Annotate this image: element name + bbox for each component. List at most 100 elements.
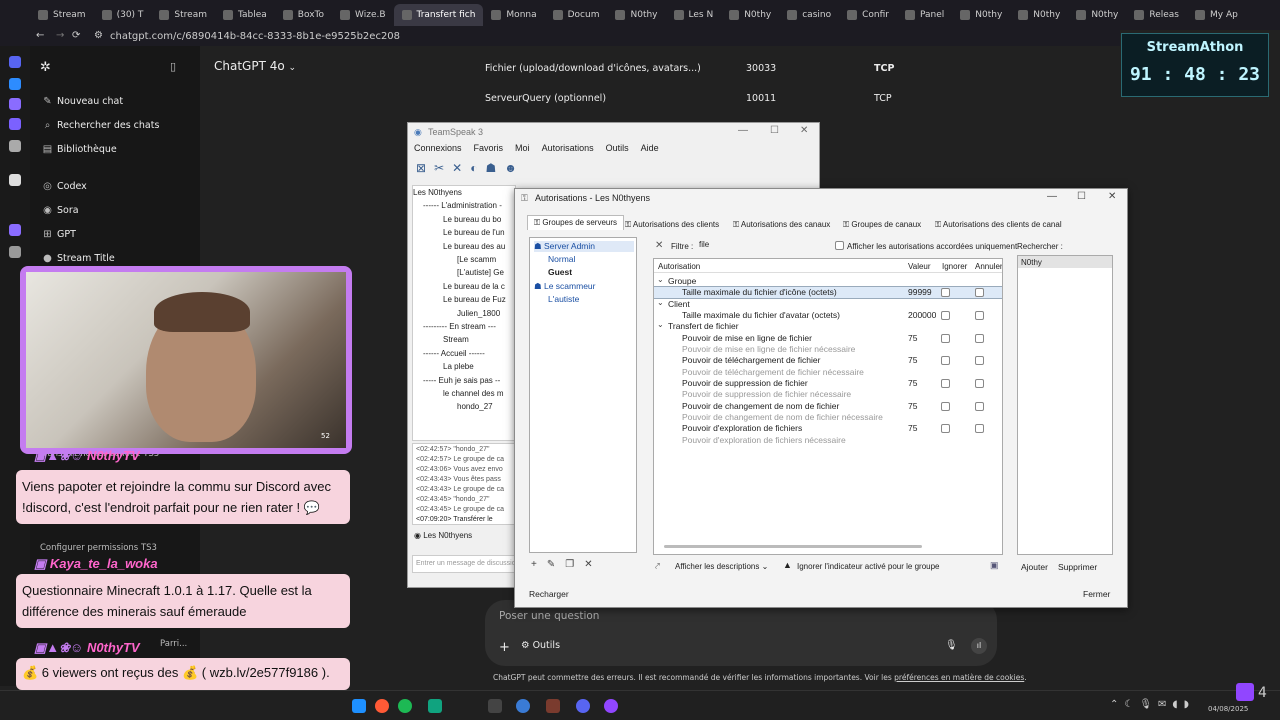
remove-button[interactable]: Supprimer (1058, 562, 1097, 572)
channel-tree-item[interactable]: ----- Euh je sais pas -- (423, 376, 500, 385)
browser-tab[interactable]: N0thy (1010, 4, 1068, 26)
sidebar-toggle-icon[interactable]: ▯ (170, 60, 176, 73)
chatgpt-sidebar-icon[interactable] (9, 140, 21, 152)
twitch-side-icon[interactable] (9, 224, 21, 236)
permission-row[interactable]: Transfert de fichier ⌄ (654, 320, 1002, 332)
add-group-icon[interactable]: + (531, 559, 547, 570)
group-server-admin[interactable]: ☗ Server Admin (534, 241, 634, 252)
channel-tree-item[interactable]: [L'autiste] Ge (457, 268, 504, 277)
cancel-checkbox[interactable] (975, 310, 984, 320)
sidebar-item-stream-title[interactable]: ● Stream Title (42, 253, 115, 264)
cancel-checkbox[interactable] (975, 288, 984, 298)
tab-channel-client-permissions[interactable]: ⚿ Autorisations des clients de canal (935, 220, 1062, 230)
plus-icon[interactable]: + (499, 640, 510, 655)
ignore-checkbox[interactable] (941, 424, 950, 434)
permission-row[interactable]: Pouvoir de suppression de fichier 75 (654, 378, 1002, 389)
tab-channel-groups[interactable]: ⚿ Groupes de canaux (843, 220, 921, 230)
permission-row[interactable]: Pouvoir de mise en ligne de fichier néce… (654, 344, 1002, 355)
minimize-icon[interactable]: — (738, 125, 748, 136)
channel-tree-item[interactable]: Les N0thyens (413, 188, 462, 197)
col-valeur[interactable]: Valeur (908, 262, 931, 271)
browser-tab[interactable]: casino (779, 4, 839, 26)
terminal-icon[interactable] (428, 699, 442, 713)
permission-value[interactable]: 75 (908, 401, 917, 411)
channel-tree-item[interactable]: Le bureau des au (443, 242, 505, 251)
mail-icon[interactable] (9, 118, 21, 130)
ignore-checkbox[interactable] (941, 288, 950, 298)
sidebar-item-search[interactable]: ⌕ Rechercher des chats (42, 120, 160, 131)
microphone-icon[interactable]: 🎙 (945, 640, 958, 651)
recorder-icon[interactable] (375, 699, 389, 713)
permission-row[interactable]: Pouvoir de changement de nom de fichier 7… (654, 401, 1002, 412)
expand-chevron-icon[interactable]: ⌄ (657, 275, 664, 284)
spotify-icon[interactable] (398, 699, 412, 713)
message-input[interactable]: Entrer un message de discussio (412, 555, 516, 573)
channel-tree-item[interactable]: [Le scamm (457, 255, 496, 264)
col-ignorer[interactable]: Ignorer (942, 262, 967, 271)
browser-tab[interactable]: Confir (839, 4, 897, 26)
col-annuler[interactable]: Annuler (975, 262, 1002, 271)
browser-tab[interactable]: Monna (483, 4, 544, 26)
browser-tab[interactable]: Stream (151, 4, 215, 26)
clear-filter-icon[interactable]: ✕ (655, 240, 663, 251)
browser-tab[interactable]: N0thy (607, 4, 665, 26)
ignore-checkbox[interactable] (941, 401, 950, 411)
permission-row[interactable]: Taille maximale du fichier d'avatar (oct… (654, 310, 1002, 321)
prompt-box[interactable]: Poser une question + ⚙ Outils 🎙 ıl (485, 600, 997, 666)
close-icon[interactable]: ✕ (1108, 191, 1116, 202)
description-select[interactable]: Afficher les descriptions ⌄ (675, 562, 768, 571)
menu-favoris[interactable]: Favoris (474, 143, 504, 157)
browser-tab[interactable]: Wize.B (332, 4, 394, 26)
cancel-checkbox[interactable] (975, 378, 984, 388)
channel-tree-item[interactable]: Le bureau de l'un (443, 228, 505, 237)
messenger-icon[interactable] (9, 78, 21, 90)
close-icon[interactable]: ✕ (800, 125, 808, 136)
browser-tab[interactable]: Les N (666, 4, 722, 26)
minimize-icon[interactable]: — (1047, 191, 1057, 202)
teamspeak-taskbar-icon[interactable] (516, 699, 530, 713)
users-icon[interactable]: ☻ (504, 161, 525, 175)
cookie-preferences-link[interactable]: préférences en matière de cookies (894, 673, 1024, 682)
info-icon[interactable]: ▣ (990, 560, 999, 571)
discord-taskbar-icon[interactable] (576, 699, 590, 713)
model-selector[interactable]: ChatGPT 4o ⌄ (214, 59, 296, 73)
browser-tab[interactable]: Stream (30, 4, 94, 26)
tab-channel-permissions[interactable]: ⚿ Autorisations des canaux (733, 220, 830, 230)
url-text[interactable]: chatgpt.com/c/6890414b-84cc-8333-8b1e-e9… (110, 31, 400, 42)
permission-row[interactable]: Pouvoir de téléchargement de fichier néc… (654, 367, 1002, 378)
channel-tree-item[interactable]: hondo_27 (457, 402, 493, 411)
windows-start-icon[interactable] (352, 699, 366, 713)
copy-group-icon[interactable]: ❐ (565, 559, 584, 570)
x-icon[interactable] (9, 246, 21, 258)
show-granted-checkbox[interactable] (835, 241, 844, 250)
system-tray[interactable]: ⌃☾🎙✉◖◗ (1110, 699, 1195, 710)
url-bar[interactable]: ← → ⟳ ⚙ chatgpt.com/c/6890414b-84cc-8333… (0, 30, 1120, 46)
delete-group-icon[interactable]: ✕ (584, 559, 602, 570)
browser-tab[interactable]: N0thy (721, 4, 779, 26)
menu-outils[interactable]: Outils (606, 143, 629, 157)
explorer-icon[interactable] (488, 699, 502, 713)
permission-row[interactable]: Pouvoir de mise en ligne de fichier 75 (654, 333, 1002, 344)
ignore-checkbox[interactable] (941, 378, 950, 388)
browser-tab[interactable]: Releas (1126, 4, 1187, 26)
permission-value[interactable]: 75 (908, 378, 917, 388)
client-list-item[interactable]: N0thy (1018, 256, 1112, 268)
disconnect-icon[interactable]: ✂ (434, 161, 452, 175)
channel-tree-item[interactable]: ------ Accueil ------ (423, 349, 485, 358)
browser-tab[interactable]: Transfert fich (393, 4, 484, 26)
reload-button[interactable]: Recharger (529, 589, 569, 599)
permission-row[interactable]: Groupe ⌄ (654, 275, 1002, 287)
browser-tab[interactable]: N0thy (1068, 4, 1126, 26)
reload-icon[interactable]: ⟳ (72, 30, 80, 41)
sidebar-item-sora[interactable]: ◉ Sora (42, 205, 78, 216)
channel-tree-item[interactable]: Le bureau du bo (443, 215, 501, 224)
channel-tree-item[interactable]: ------ L'administration - (423, 201, 502, 210)
connect-icon[interactable]: ⊠ (416, 161, 434, 175)
tab-server-groups[interactable]: ⚿ Groupes de serveurs (527, 215, 625, 230)
away-icon[interactable]: ◐ (470, 161, 485, 175)
filter-input[interactable]: file (697, 240, 827, 252)
permission-row[interactable]: Pouvoir de changement de nom de fichier … (654, 412, 1002, 423)
channel-tree-item[interactable]: La plebe (443, 362, 474, 371)
openai-logo-icon[interactable]: ✲ (40, 60, 51, 75)
permission-row[interactable]: Taille maximale du fichier d'icône (octe… (654, 286, 1002, 300)
